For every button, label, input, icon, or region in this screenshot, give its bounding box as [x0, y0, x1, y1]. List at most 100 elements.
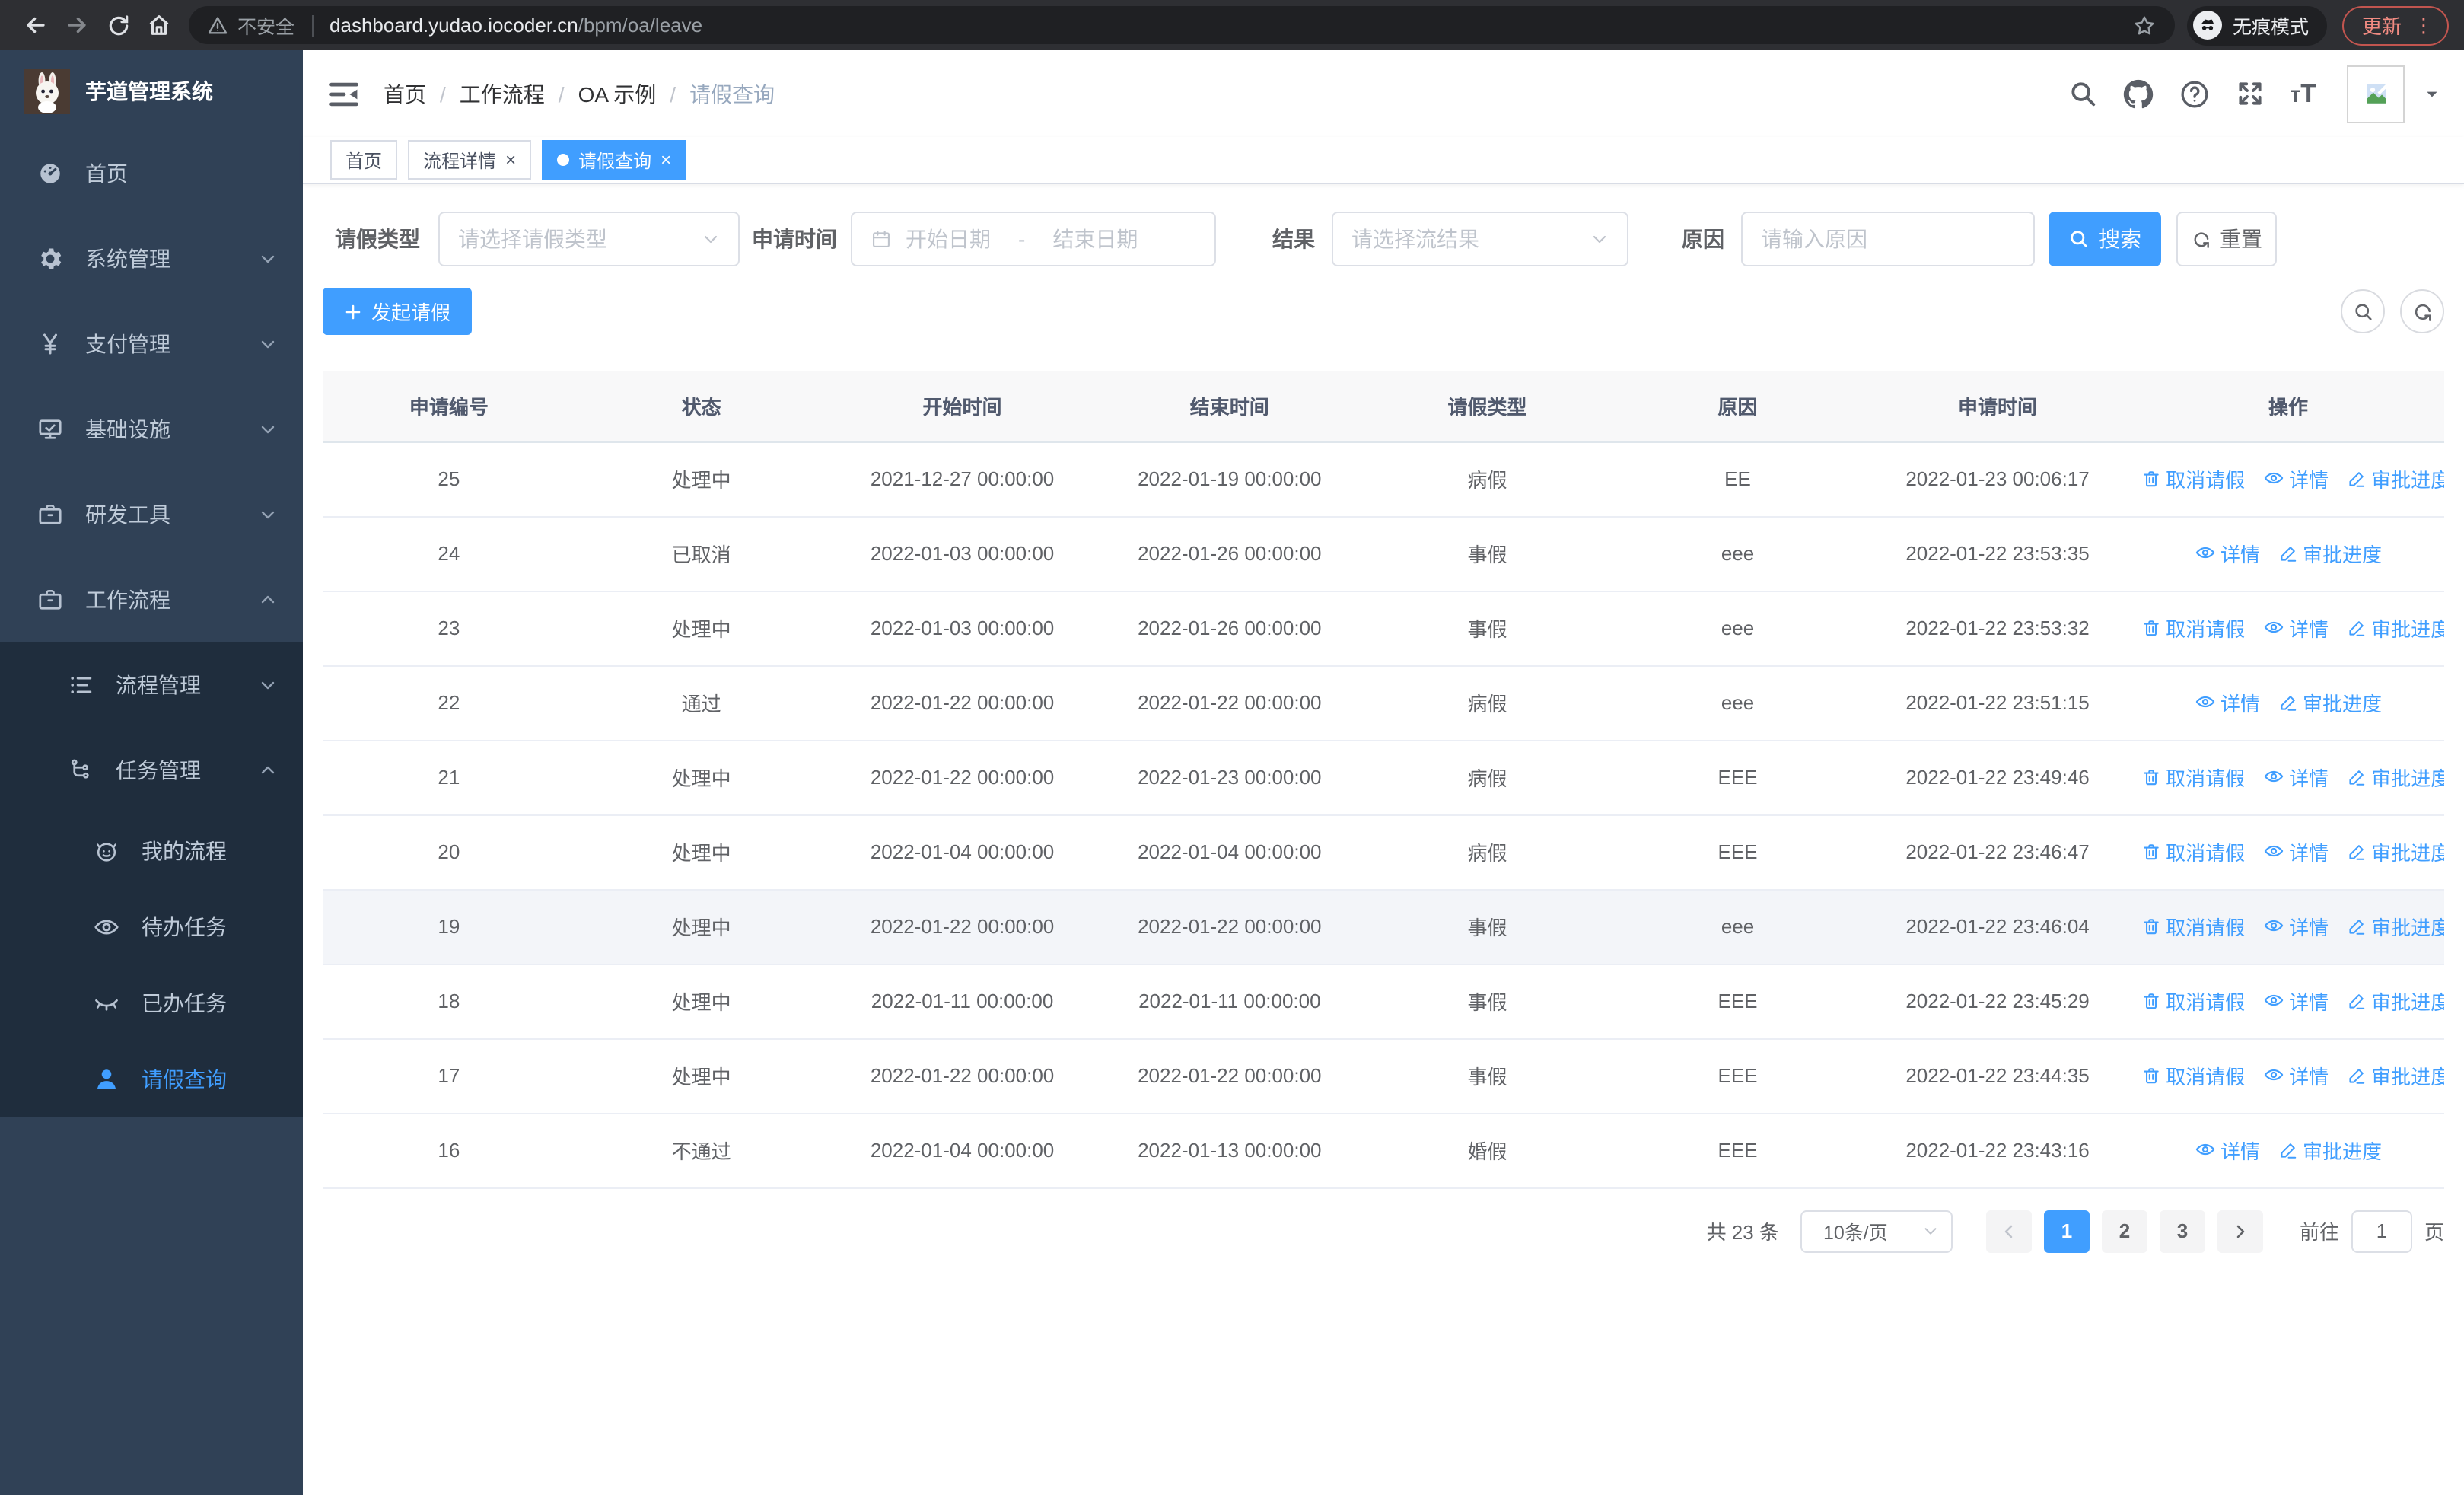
sidebar-item-my-process[interactable]: 我的流程: [0, 813, 303, 889]
action-progress-link[interactable]: 审批进度: [2347, 913, 2444, 942]
action-detail-link[interactable]: 详情: [2263, 614, 2329, 642]
action-cancel-link[interactable]: 取消请假: [2141, 763, 2245, 792]
table-row[interactable]: 16 不通过 2022-01-04 00:00:00 2022-01-13 00…: [323, 1113, 2444, 1188]
page-buttons: 123: [1980, 1210, 2269, 1252]
create-leave-button[interactable]: 发起请假: [323, 288, 473, 335]
sidebar-item-system[interactable]: 系统管理: [0, 216, 303, 301]
sidebar-item-home[interactable]: 首页: [0, 131, 303, 216]
browser-menu-icon[interactable]: ⋮: [2414, 15, 2434, 35]
update-button[interactable]: 更新 ⋮: [2341, 5, 2449, 45]
refresh-table-button[interactable]: [2400, 289, 2444, 333]
search-icon[interactable]: [2068, 79, 2097, 108]
sidebar-item-devtools[interactable]: 研发工具: [0, 472, 303, 557]
action-cancel-link[interactable]: 取消请假: [2141, 614, 2245, 643]
reset-button[interactable]: 重置: [2176, 212, 2277, 266]
sidebar-item-process-mgmt[interactable]: 流程管理: [0, 642, 303, 728]
close-icon[interactable]: ×: [661, 150, 671, 170]
action-detail-link[interactable]: 详情: [2263, 987, 2329, 1015]
toggle-search-button[interactable]: [2341, 289, 2385, 333]
action-detail-link[interactable]: 详情: [2195, 1136, 2260, 1165]
sidebar-logo-row[interactable]: 芋道管理系统: [0, 50, 303, 131]
action-detail-link[interactable]: 详情: [2263, 464, 2329, 493]
tag-home[interactable]: 首页: [330, 140, 398, 180]
user-menu-caret-icon[interactable]: [2424, 86, 2440, 101]
action-detail-link[interactable]: 详情: [2263, 1061, 2329, 1090]
action-detail-link[interactable]: 详情: [2195, 539, 2260, 568]
breadcrumb-workflow[interactable]: 工作流程: [460, 78, 545, 109]
back-icon[interactable]: [15, 5, 56, 46]
table-row[interactable]: 18 处理中 2022-01-11 00:00:00 2022-01-11 00…: [323, 964, 2444, 1039]
action-cancel-link[interactable]: 取消请假: [2141, 838, 2245, 867]
table-row[interactable]: 17 处理中 2022-01-22 00:00:00 2022-01-22 00…: [323, 1038, 2444, 1114]
page-button-2[interactable]: 2: [2101, 1210, 2147, 1252]
table-row[interactable]: 23 处理中 2022-01-03 00:00:00 2022-01-26 00…: [323, 591, 2444, 666]
table-row[interactable]: 22 通过 2022-01-22 00:00:00 2022-01-22 00:…: [323, 665, 2444, 741]
action-cancel-link[interactable]: 取消请假: [2141, 1062, 2245, 1091]
cell-start-time: 2022-01-22 00:00:00: [827, 665, 1097, 741]
avatar[interactable]: [2347, 65, 2405, 123]
sidebar-item-workflow[interactable]: 工作流程: [0, 557, 303, 642]
table-row[interactable]: 19 处理中 2022-01-22 00:00:00 2022-01-22 00…: [323, 889, 2444, 964]
breadcrumb-oa-example[interactable]: OA 示例: [578, 78, 657, 109]
address-bar[interactable]: 不安全 dashboard.yudao.iocoder.cn/bpm/oa/le…: [189, 6, 2175, 44]
close-icon[interactable]: ×: [505, 150, 516, 170]
page-size-select[interactable]: 10条/页: [1800, 1210, 1953, 1252]
action-progress-link[interactable]: 审批进度: [2347, 763, 2444, 792]
table-row[interactable]: 20 处理中 2022-01-04 00:00:00 2022-01-04 00…: [323, 814, 2444, 890]
eye-icon: [2263, 916, 2284, 937]
sidebar-item-task-mgmt[interactable]: 任务管理: [0, 728, 303, 813]
sidebar-item-leave-query[interactable]: 请假查询: [0, 1041, 303, 1117]
action-detail-link[interactable]: 详情: [2263, 837, 2329, 866]
sidebar-item-done-tasks[interactable]: 已办任务: [0, 965, 303, 1041]
bookmark-star-icon[interactable]: [2132, 13, 2157, 37]
action-progress-link[interactable]: 审批进度: [2278, 540, 2382, 569]
pagination-total: 共 23 条: [1706, 1221, 1779, 1244]
github-icon[interactable]: [2123, 78, 2154, 109]
reload-icon[interactable]: [97, 5, 138, 46]
security-warning[interactable]: 不安全: [207, 11, 294, 40]
prev-page-button[interactable]: [1985, 1210, 2032, 1252]
cell-leave-type: 事假: [1362, 591, 1613, 666]
action-progress-link[interactable]: 审批进度: [2347, 614, 2444, 643]
sidebar-item-payment[interactable]: 支付管理: [0, 301, 303, 387]
page-button-1[interactable]: 1: [2043, 1210, 2090, 1252]
action-cancel-link[interactable]: 取消请假: [2141, 465, 2245, 494]
action-progress-link[interactable]: 审批进度: [2347, 838, 2444, 867]
next-page-button[interactable]: [2217, 1210, 2263, 1252]
search-button[interactable]: 搜索: [2049, 212, 2161, 266]
action-cancel-link[interactable]: 取消请假: [2141, 913, 2245, 942]
tag-leave-query[interactable]: 请假查询 ×: [542, 140, 687, 180]
sidebar-item-todo-tasks[interactable]: 待办任务: [0, 889, 303, 965]
sidebar-item-infra[interactable]: 基础设施: [0, 387, 303, 472]
forward-icon[interactable]: [56, 5, 97, 46]
table-row[interactable]: 25 处理中 2021-12-27 00:00:00 2022-01-19 00…: [323, 441, 2444, 517]
page-button-3[interactable]: 3: [2159, 1210, 2205, 1252]
font-size-icon[interactable]: TT: [2291, 78, 2316, 109]
chevron-right-icon: [2236, 1224, 2245, 1238]
result-select[interactable]: 请选择流结果: [1332, 212, 1628, 266]
cell-apply-time: 2022-01-23 00:06:17: [1863, 441, 2133, 517]
cell-actions: 详情 审批进度: [2132, 665, 2444, 741]
action-detail-link[interactable]: 详情: [2263, 763, 2329, 792]
action-cancel-link[interactable]: 取消请假: [2141, 987, 2245, 1016]
action-progress-link[interactable]: 审批进度: [2347, 987, 2444, 1016]
apply-time-range-picker[interactable]: 开始日期 - 结束日期: [851, 212, 1216, 266]
range-separator: -: [1018, 227, 1026, 251]
action-detail-link[interactable]: 详情: [2263, 912, 2329, 941]
action-progress-link[interactable]: 审批进度: [2347, 1062, 2444, 1091]
help-icon[interactable]: [2179, 78, 2210, 109]
reason-input[interactable]: 请输入原因: [1741, 212, 2035, 266]
action-progress-link[interactable]: 审批进度: [2347, 465, 2444, 494]
sidebar-collapse-icon[interactable]: [327, 77, 361, 110]
action-detail-link[interactable]: 详情: [2195, 688, 2260, 717]
tag-process-detail[interactable]: 流程详情 ×: [408, 140, 532, 180]
breadcrumb-home[interactable]: 首页: [384, 78, 426, 109]
fullscreen-icon[interactable]: [2236, 79, 2265, 108]
action-progress-link[interactable]: 审批进度: [2278, 689, 2382, 718]
action-progress-link[interactable]: 审批进度: [2278, 1136, 2382, 1165]
table-row[interactable]: 21 处理中 2022-01-22 00:00:00 2022-01-23 00…: [323, 740, 2444, 815]
table-row[interactable]: 24 已取消 2022-01-03 00:00:00 2022-01-26 00…: [323, 516, 2444, 591]
home-icon[interactable]: [138, 5, 180, 46]
leave-type-select[interactable]: 请选择请假类型: [438, 212, 740, 266]
goto-page-input[interactable]: 1: [2351, 1210, 2412, 1252]
